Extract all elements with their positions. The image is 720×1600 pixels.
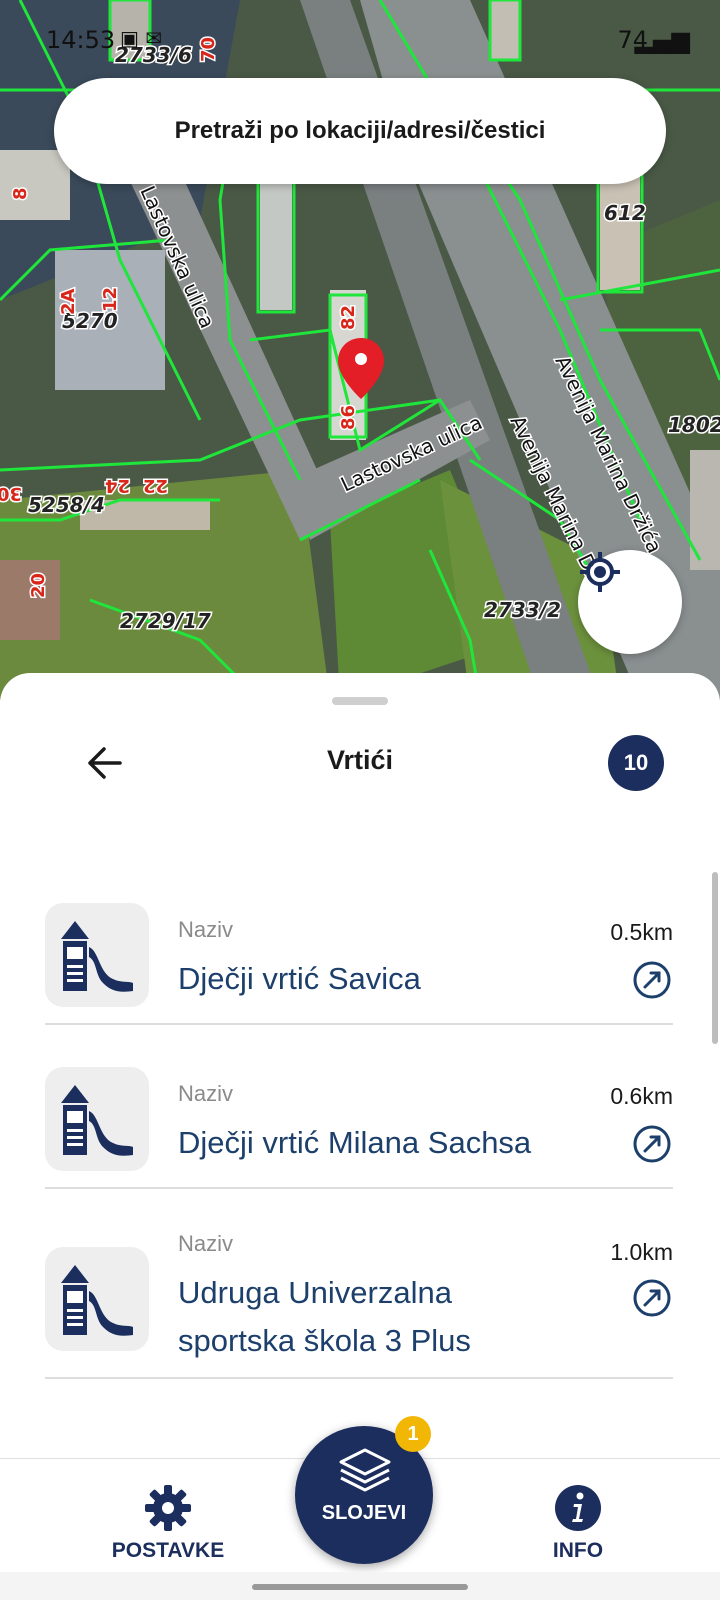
item-label: Naziv (178, 1231, 234, 1256)
drag-handle[interactable] (332, 697, 388, 705)
item-distance: 1.0km (610, 1239, 673, 1265)
house-number: 20 (28, 573, 49, 598)
map-view[interactable]: 2733/6 5270 5258/4 2729/17 2733/2 1802 6… (0, 0, 720, 700)
house-number: 8 (10, 187, 31, 200)
playground-icon (45, 1247, 149, 1351)
house-number: 24 (105, 475, 130, 496)
house-number: 82 (338, 305, 359, 330)
map-label: 2729/17 (120, 609, 211, 633)
house-number: 22 (143, 475, 168, 496)
layers-icon (339, 1448, 391, 1492)
item-name: Udruga Univerzalna sportska škola 3 Plus (178, 1275, 471, 1358)
external-link-icon[interactable] (631, 1123, 673, 1165)
item-distance: 0.5km (610, 919, 673, 945)
home-gesture-pill[interactable] (252, 1584, 468, 1590)
map-label: 612 (604, 201, 646, 225)
bottom-sheet: Vrtići 10 Naziv Dječji vrtić Savica 0.5k… (0, 673, 720, 1473)
divider (45, 1187, 673, 1189)
item-label: Naziv (178, 1081, 234, 1106)
map-label: 5258/4 (28, 493, 105, 517)
layers-count-badge: 1 (395, 1416, 431, 1452)
external-link-icon[interactable] (631, 1277, 673, 1319)
search-bar[interactable]: Pretraži po lokaciji/adresi/čestici (54, 78, 666, 184)
crosshair-icon (580, 552, 620, 592)
playground-icon (45, 1067, 149, 1171)
status-bar: 14:53 ▣ ✉ 74 ▂▄▆ (0, 24, 720, 58)
nav-info[interactable]: INFO (488, 1459, 668, 1573)
item-name: Dječji vrtić Savica (178, 961, 421, 996)
status-time: 14:53 (46, 26, 116, 54)
info-icon (555, 1485, 601, 1531)
item-name: Dječji vrtić Milana Sachsa (178, 1125, 532, 1160)
house-number: 30 (0, 483, 22, 504)
house-number: 12 (100, 287, 121, 312)
system-navigation-bar (0, 1572, 720, 1600)
notification-icons: ▣ ✉ (120, 26, 163, 50)
nav-settings-label: POSTAVKE (111, 1539, 225, 1562)
house-number: 86 (338, 405, 359, 430)
layers-label: SLOJEVI (321, 1502, 407, 1524)
item-distance: 0.6km (610, 1083, 673, 1109)
scrollbar[interactable] (712, 872, 718, 1044)
count-badge: 10 (608, 735, 664, 791)
my-location-button[interactable] (578, 550, 682, 654)
map-label: 1802 (668, 413, 720, 437)
house-number: 2A (58, 288, 79, 315)
external-link-icon[interactable] (631, 959, 673, 1001)
search-placeholder: Pretraži po lokaciji/adresi/čestici (174, 117, 546, 144)
signal-icons: ▂▄▆ (634, 26, 690, 54)
map-label: 2733/2 (484, 598, 561, 622)
playground-icon (45, 903, 149, 1007)
item-label: Naziv (178, 917, 234, 942)
divider (45, 1377, 673, 1379)
nav-info-label: INFO (552, 1539, 604, 1562)
nav-settings[interactable]: POSTAVKE (78, 1459, 258, 1573)
divider (45, 1023, 673, 1025)
gear-icon (145, 1485, 191, 1531)
